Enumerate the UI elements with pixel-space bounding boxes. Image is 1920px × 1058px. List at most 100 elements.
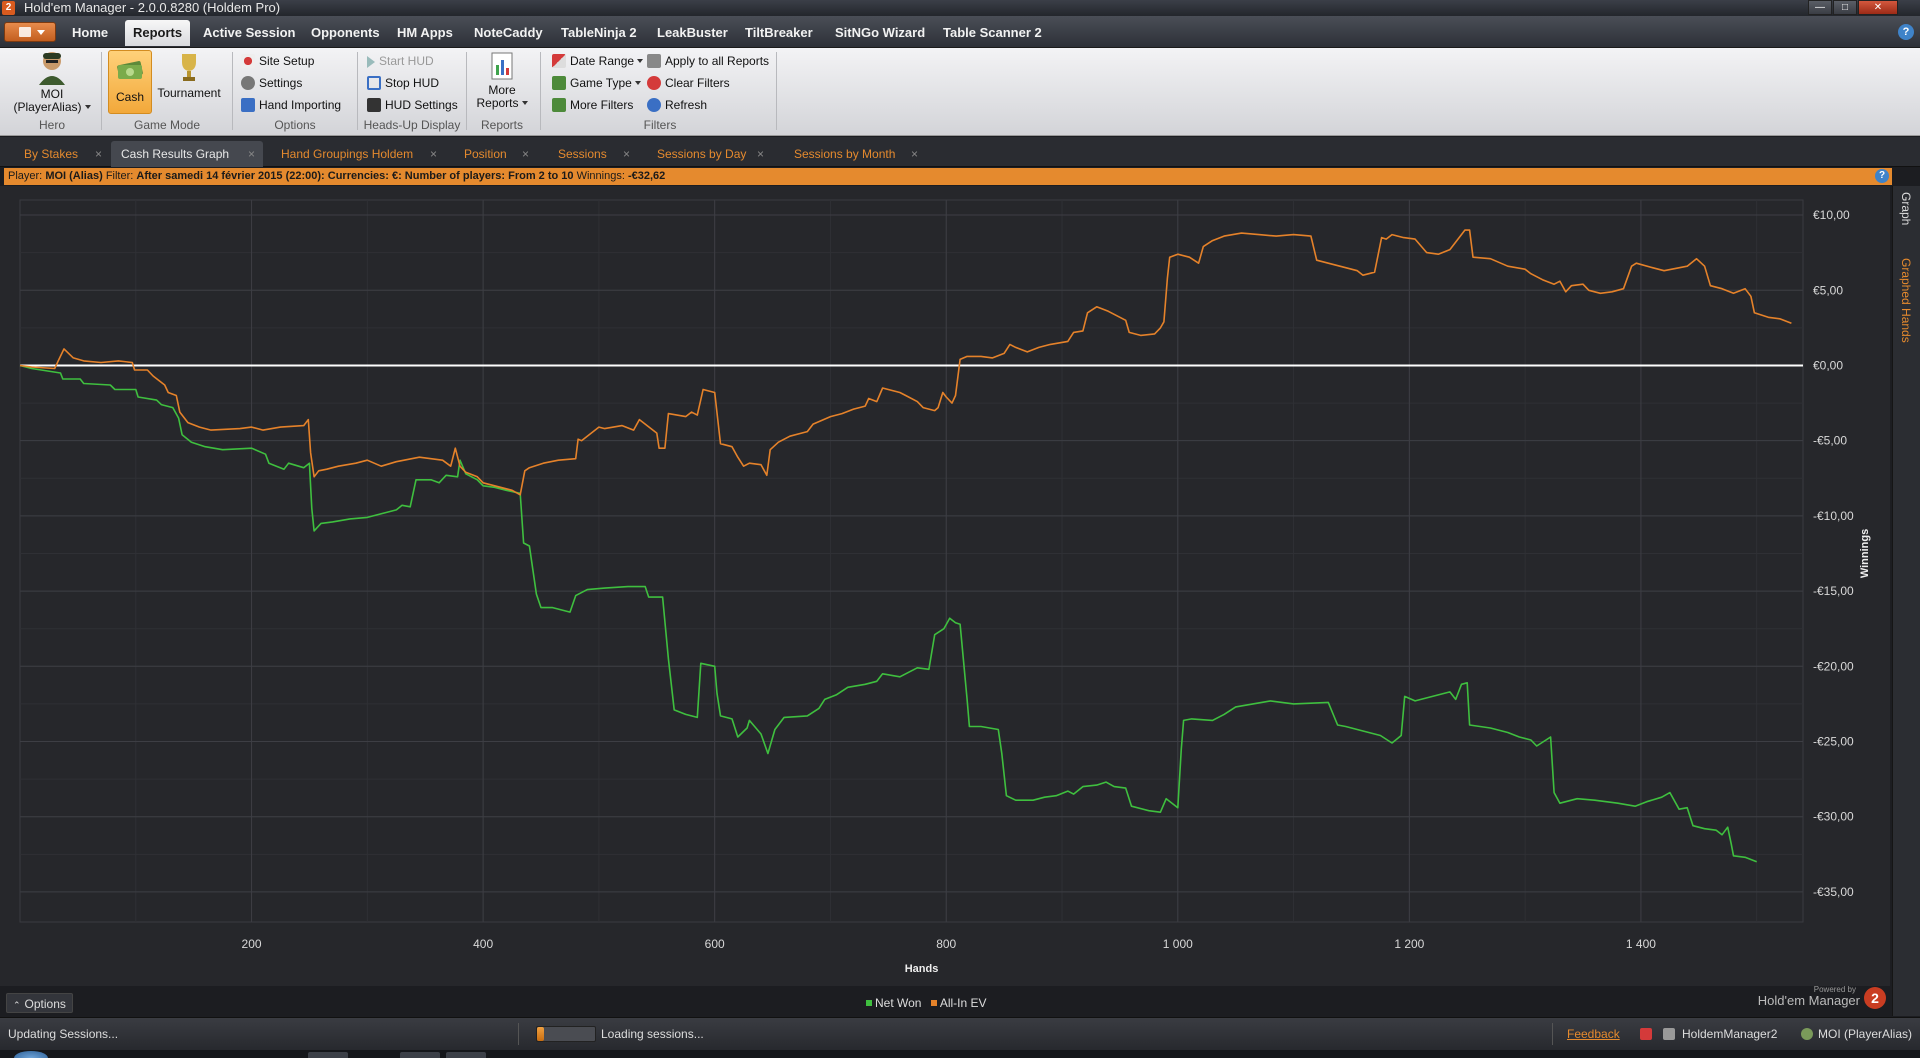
help-icon[interactable]: ?: [1898, 24, 1914, 40]
y-tick-label: -€5,00: [1813, 434, 1847, 448]
chart-legend: Net Won All-In EV: [866, 993, 987, 1013]
filter-summary-bar: Player: MOI (Alias) Filter: After samedi…: [4, 168, 1892, 185]
feedback-link[interactable]: Feedback: [1567, 1027, 1620, 1041]
stop-hud-button[interactable]: Stop HUD: [367, 74, 439, 92]
ribbon: MOI (PlayerAlias) Hero Cash Tournament G…: [0, 48, 1920, 136]
x-tick-label: 600: [705, 937, 725, 951]
hand-importing-button[interactable]: Hand Importing: [241, 96, 341, 114]
tab-cash-results-graph[interactable]: Cash Results Graph ×: [111, 141, 263, 167]
legend-net-won: Net Won: [875, 996, 922, 1010]
menu-tab-notecaddy[interactable]: NoteCaddy: [466, 20, 551, 46]
menu-tab-leakbuster[interactable]: LeakBuster: [649, 20, 736, 46]
winnings-label: Winnings:: [576, 170, 625, 182]
options-toggle-button[interactable]: ⌃ Options: [6, 993, 73, 1013]
more-filters-button[interactable]: More Filters: [552, 96, 633, 114]
close-button[interactable]: ✕: [1858, 0, 1898, 15]
close-icon[interactable]: ×: [248, 141, 255, 167]
group-label-hud: Heads-Up Display: [363, 118, 461, 132]
chevron-down-icon: [634, 81, 641, 85]
tab-hand-groupings[interactable]: Hand Groupings Holdem ×: [271, 141, 445, 167]
taskbar-item[interactable]: [400, 1052, 440, 1058]
player-value: MOI (Alias): [45, 170, 103, 182]
menu-tab-active-session[interactable]: Active Session: [195, 20, 304, 46]
tab-sessions[interactable]: Sessions ×: [548, 141, 638, 167]
settings-button[interactable]: Settings: [241, 74, 302, 92]
hud-settings-icon: [367, 98, 381, 112]
tab-sessions-by-month[interactable]: Sessions by Month ×: [784, 141, 926, 167]
calendar-icon: [552, 54, 566, 68]
progress-fill: [537, 1027, 544, 1041]
results-graph[interactable]: 200 400 600 800 1 000 1 200 1 400 €10,00 €5,00 €0…: [0, 186, 1890, 986]
status-bar: Updating Sessions... Loading sessions...…: [0, 1017, 1920, 1050]
game-type-button[interactable]: Game Type: [552, 74, 641, 92]
x-tick-label: 1 400: [1626, 937, 1656, 951]
menu-tab-opponents[interactable]: Opponents: [303, 20, 388, 46]
start-button[interactable]: [14, 1051, 48, 1058]
clear-filters-button[interactable]: Clear Filters: [647, 74, 730, 92]
date-range-button[interactable]: Date Range: [552, 52, 644, 70]
side-tab-graphed-hands[interactable]: Graphed Hands: [1899, 258, 1913, 343]
refresh-icon: [647, 98, 661, 112]
clear-filters-label: Clear Filters: [665, 76, 730, 90]
results-chart-svg[interactable]: 200 400 600 800 1 000 1 200 1 400 €10,00 €5,00 €0…: [0, 186, 1890, 986]
site-setup-label: Site Setup: [259, 54, 315, 68]
tournament-mode-button[interactable]: Tournament: [155, 50, 223, 114]
title-bar: 2 Hold'em Manager - 2.0.0.8280 (Holdem P…: [0, 0, 1920, 16]
refresh-button[interactable]: Refresh: [647, 96, 707, 114]
filter-value: After samedi 14 février 2015 (22:00): Cu…: [136, 170, 574, 182]
application-menu-button[interactable]: [4, 22, 56, 42]
stop-hud-label: Stop HUD: [385, 76, 440, 90]
y-tick-label: -€15,00: [1813, 584, 1854, 598]
cash-label: Cash: [115, 90, 144, 104]
tab-position[interactable]: Position ×: [454, 141, 537, 167]
import-arrow-icon: [241, 98, 255, 112]
taskbar-item[interactable]: [308, 1052, 348, 1058]
close-icon[interactable]: ×: [911, 141, 918, 167]
winnings-value: -€32,62: [627, 170, 666, 182]
tab-by-stakes[interactable]: By Stakes ×: [14, 141, 110, 167]
side-panel: Graph Graphed Hands: [1892, 186, 1920, 1016]
database-icon: [1663, 1028, 1675, 1040]
menu-tab-home[interactable]: Home: [64, 20, 116, 46]
start-hud-button[interactable]: Start HUD: [367, 52, 434, 70]
taskbar-item[interactable]: [446, 1052, 486, 1058]
apply-all-reports-button[interactable]: Apply to all Reports: [647, 52, 769, 70]
side-tab-graph[interactable]: Graph: [1899, 192, 1913, 225]
close-icon[interactable]: ×: [95, 141, 102, 167]
menu-tab-tiltbreaker[interactable]: TiltBreaker: [737, 20, 821, 46]
cash-mode-button[interactable]: Cash: [108, 50, 152, 114]
help-icon[interactable]: ?: [1875, 169, 1889, 183]
apply-all-label: Apply to all Reports: [665, 54, 770, 68]
group-label-hero: Hero: [38, 118, 65, 132]
close-icon[interactable]: ×: [623, 141, 630, 167]
menu-tab-sitngo-wizard[interactable]: SitNGo Wizard: [827, 20, 933, 46]
close-icon[interactable]: ×: [430, 141, 437, 167]
menu-tab-reports[interactable]: Reports: [125, 20, 191, 46]
close-icon[interactable]: ×: [757, 141, 764, 167]
y-tick-label: -€30,00: [1813, 810, 1854, 824]
site-setup-button[interactable]: Site Setup: [241, 52, 314, 70]
x-tick-label: 1 200: [1394, 937, 1424, 951]
close-icon[interactable]: ×: [522, 141, 529, 167]
tab-sessions-by-day[interactable]: Sessions by Day ×: [647, 141, 772, 167]
menu-tab-table-scanner[interactable]: Table Scanner 2: [935, 20, 1050, 46]
apply-icon: [647, 54, 661, 68]
tab-label: Sessions by Month: [794, 147, 896, 161]
maximize-button[interactable]: □: [1833, 0, 1857, 15]
app-logo-icon: 2: [2, 1, 15, 15]
y-tick-label: -€35,00: [1813, 885, 1854, 899]
minimize-button[interactable]: —: [1808, 0, 1832, 15]
hero-selector-button[interactable]: MOI (PlayerAlias): [10, 51, 94, 115]
more-reports-line2: Reports: [476, 96, 519, 110]
settings-label: Settings: [259, 76, 303, 90]
menu-tab-hm-apps[interactable]: HM Apps: [389, 20, 461, 46]
chevron-down-icon: [84, 105, 91, 109]
y-tick-label: -€10,00: [1813, 509, 1854, 523]
hm2-logo-icon: 2: [1864, 987, 1886, 1009]
holdem-manager-window: 2 Hold'em Manager - 2.0.0.8280 (Holdem P…: [0, 0, 1920, 1058]
filter-icon: [552, 98, 566, 112]
hud-settings-button[interactable]: HUD Settings: [367, 96, 458, 114]
player-icon: [1801, 1028, 1813, 1040]
menu-tab-tableninja[interactable]: TableNinja 2: [553, 20, 645, 46]
more-reports-button[interactable]: More Reports: [474, 51, 530, 115]
